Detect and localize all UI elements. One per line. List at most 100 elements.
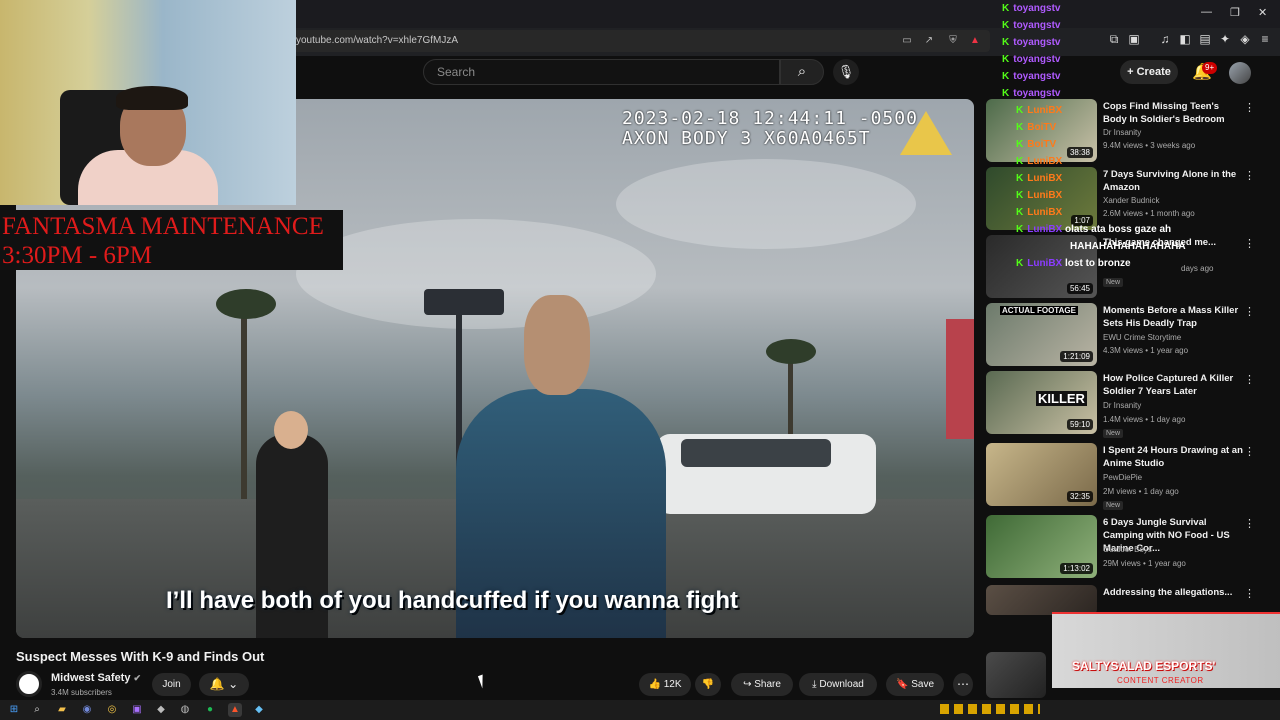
obs-icon[interactable]: ◍ [178,703,192,717]
chat-user: toyangstv [1013,3,1061,14]
sidebar-more-icon[interactable]: ⋮ [1244,517,1255,530]
sidebar-more-icon[interactable]: ⋮ [1244,373,1255,386]
dislike-button[interactable]: 👎 [695,673,721,696]
verified-icon: ✔ [133,673,142,683]
chrome-icon[interactable]: ◎ [105,703,119,717]
chat-message: lost to bronze [1065,258,1131,269]
video-subtitle: I’ll have both of you handcuffed if you … [166,587,738,614]
search-icon[interactable]: ⌕ [30,703,44,717]
streamer-hair [116,86,188,110]
esports-title: SALTYSALAD ESPORTS' [1072,659,1216,673]
search-button[interactable]: ⌕ [780,59,824,85]
share-page-icon[interactable]: ↗ [923,35,935,47]
sidebar-video[interactable]: 1:13:02 6 Days Jungle Survival Camping w… [986,515,1266,579]
sidebar-video[interactable]: 32:35 I Spent 24 Hours Drawing at an Ani… [986,443,1266,510]
close-icon[interactable]: ✕ [1258,6,1267,19]
file-explorer-icon[interactable]: ▰ [55,703,69,717]
voice-search-button[interactable]: 🎙 [833,59,859,85]
chat-message: olats ata boss gaze ah [1065,224,1172,235]
chat-user: LuniBX [1027,258,1063,269]
windows-start-icon[interactable]: ⊞ [7,703,21,717]
shield-icon[interactable]: ⛨ [947,35,959,47]
screen-icon[interactable]: ▭ [901,35,913,47]
kick-icon: K [1002,88,1010,99]
sidebar-video[interactable]: Addressing the allegations... ⋮ [986,585,1266,615]
sidebar-more-icon[interactable]: ⋮ [1244,587,1255,600]
chat-line: Ktoyangstv [1002,68,1186,85]
channel-name[interactable]: Midwest Safety ✔ [51,672,141,684]
more-actions-button[interactable]: ⋯ [953,673,973,696]
chat-message: HAHAHAHAHAHAHAHA [1070,241,1186,252]
kick-icon: K [1002,54,1010,65]
address-bar[interactable]: youtube.com/watch?v=xhle7GfMJzA ▭ ↗ ⛨ ▲ [293,30,990,52]
share-button[interactable]: ↪ Share [731,673,793,696]
sidebar-more-icon[interactable]: ⋮ [1244,169,1255,182]
sidebar-video[interactable]: KILLER 59:10 How Police Captured A Kille… [986,371,1266,438]
chat-line: K LuniBX [1002,170,1186,187]
video-duration: 59:10 [1066,419,1093,430]
kick-icon: K [1016,139,1024,150]
wallet2-icon[interactable]: ▤ [1197,31,1213,47]
chat-user: BoiTV [1027,122,1057,133]
video-title: Suspect Messes With K-9 and Finds Out [16,649,265,664]
steam2-icon[interactable]: ◆ [252,703,266,717]
channel-avatar[interactable] [16,671,42,697]
video-duration: 1:21:09 [1060,351,1093,362]
subscribe-bell-button[interactable]: 🔔 ⌄ [199,673,249,696]
chat-user: LuniBX [1027,207,1063,218]
chat-line: Ktoyangstv [1002,34,1186,51]
steam-icon[interactable]: ◆ [154,703,168,717]
chat-user: toyangstv [1013,88,1061,99]
sidebar-meta: 4.3M views • 1 year ago [1103,346,1189,355]
sidebar-video-title: Moments Before a Mass Killer Sets His De… [1103,305,1239,329]
restore-icon[interactable]: ❐ [1230,6,1240,19]
esports-subtitle: CONTENT CREATOR [1117,676,1204,685]
chat-line: Ktoyangstv [1002,17,1186,34]
vpn-icon[interactable]: ◈ [1237,31,1253,47]
discord-icon[interactable]: ◉ [80,703,94,717]
light-fixture [424,289,504,315]
like-button[interactable]: 👍 12K [639,673,691,696]
sidebar-more-icon[interactable]: ⋮ [1244,237,1255,250]
rewards-icon[interactable]: ▲ [969,35,981,47]
account-avatar[interactable] [1229,62,1251,84]
sidebar-more-icon[interactable]: ⋮ [1244,101,1255,114]
bookmark-icon: 🔖 [895,679,909,690]
kick-icon: K [1016,173,1024,184]
sidebar-thumbnail [986,585,1097,615]
download-button[interactable]: ⤓ Download [799,673,877,696]
new-badge: New [1103,278,1124,287]
video-duration: 32:35 [1066,491,1093,502]
search-input[interactable]: Search [423,59,780,85]
tray-icons[interactable] [940,704,1040,714]
new-badge: New [1103,429,1124,438]
kick-icon: K [1002,71,1010,82]
download-icon: ⤓ [812,679,817,690]
chat-line: K BoiTV [1002,136,1186,153]
minimize-icon[interactable]: — [1201,6,1212,18]
menu-icon[interactable]: ≡ [1257,31,1273,47]
sidebar-more-icon[interactable]: ⋮ [1244,305,1255,318]
bodycam-timestamp: 2023-02-18 12:44:11 -0500 [622,108,918,129]
more-icon: ⋯ [957,677,969,691]
join-button[interactable]: Join [152,673,191,696]
thumb-label: ACTUAL FOOTAGE [1000,306,1078,315]
kick-icon: K [1016,105,1024,116]
sidebar-thumbnail: 32:35 [986,443,1097,506]
chat-line: K LuniBX [1002,102,1186,119]
brave-icon[interactable]: ▲ [228,703,242,717]
mouse-cursor-icon [477,674,488,689]
twitch-icon[interactable]: ▣ [130,703,144,717]
chat-user: toyangstv [1013,37,1061,48]
kick-icon: K [1016,156,1024,167]
save-button[interactable]: 🔖 Save [886,673,944,696]
kick-icon: K [1016,190,1024,201]
chat-user: LuniBX [1027,173,1063,184]
chat-user: LuniBX [1027,105,1063,116]
sidebar-more-icon[interactable]: ⋮ [1244,445,1255,458]
sidebar-video[interactable]: ACTUAL FOOTAGE 1:21:09 Moments Before a … [986,303,1266,367]
spotify-icon[interactable]: ● [203,703,217,717]
leo-icon[interactable]: ✦ [1217,31,1233,47]
video-duration: 1:13:02 [1060,563,1093,574]
save-label: Save [911,679,935,690]
